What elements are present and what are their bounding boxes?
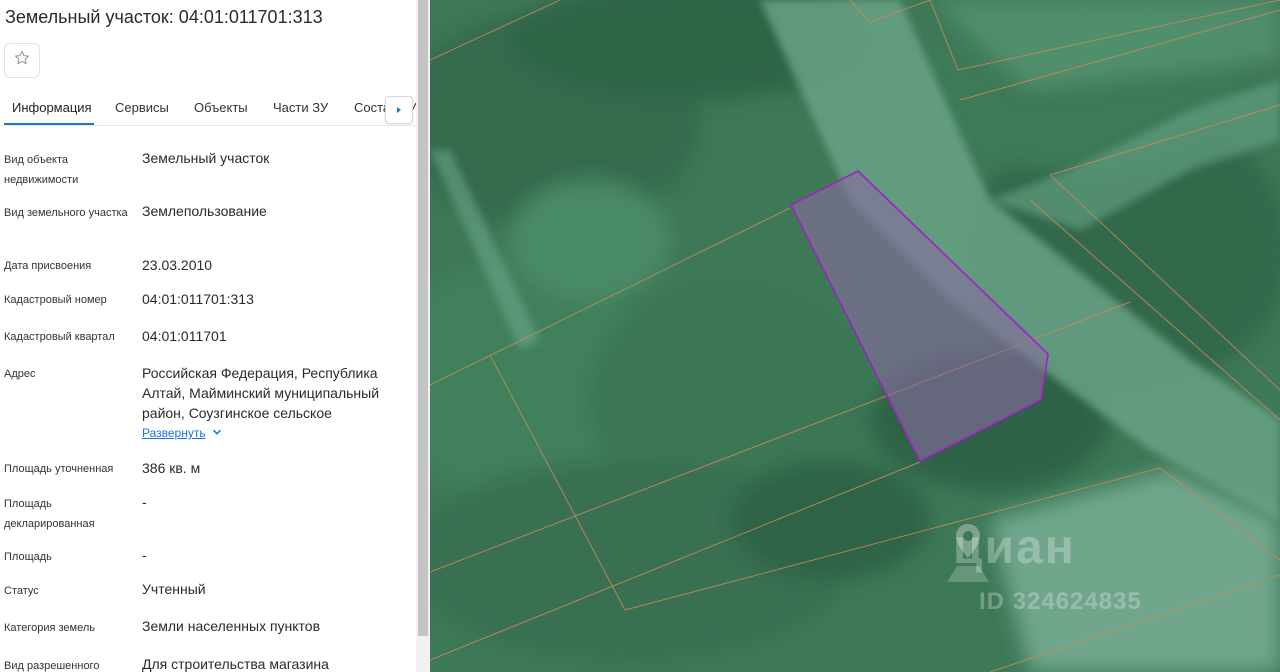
field-value: Российская Федерация, Республика Алтай, … (142, 365, 380, 421)
tab-parts[interactable]: Части ЗУ (273, 100, 328, 115)
tabs-scroll-right-button[interactable] (385, 96, 413, 124)
field-label: Вид земельного участка (4, 207, 128, 219)
field-value: 386 кв. м (142, 460, 201, 476)
satellite-map[interactable]: циан ID 324624835 (430, 0, 1280, 672)
watermark-brand: циан (945, 520, 1076, 582)
chevron-down-icon (212, 426, 222, 440)
field-label: Кадастровый номер (4, 294, 107, 306)
field-label: Площадь (4, 551, 52, 563)
field-label: Вид разрешенного использования (4, 660, 100, 672)
field-label: Адрес (4, 368, 36, 380)
field-value: Земельный участок (142, 150, 270, 166)
expand-label: Развернуть (142, 426, 206, 440)
info-panel: Земельный участок: 04:01:011701:313 Инфо… (0, 0, 416, 672)
active-tab-indicator (4, 123, 94, 125)
tab-objects[interactable]: Объекты (194, 100, 248, 115)
panel-scrollbar-thumb[interactable] (418, 0, 428, 636)
app-window: Земельный участок: 04:01:011701:313 Инфо… (0, 0, 1280, 672)
field-value: Учтенный (142, 581, 206, 597)
tab-services[interactable]: Сервисы (115, 100, 169, 115)
field-value: - (142, 494, 147, 510)
field-value: Земли населенных пунктов (142, 618, 321, 634)
field-value: Землепользование (142, 203, 267, 219)
tab-info[interactable]: Информация (12, 100, 92, 115)
field-value: 23.03.2010 (142, 257, 213, 273)
field-label: Категория земель (4, 622, 95, 634)
field-value: 04:01:011701 (142, 328, 227, 344)
watermark-listing-id: ID 324624835 (979, 588, 1142, 615)
map-canvas (430, 0, 1280, 672)
page-title: Земельный участок: 04:01:011701:313 (5, 7, 323, 27)
expand-address-link[interactable]: Развернуть (142, 426, 222, 440)
field-label: Дата присвоения (4, 260, 92, 272)
field-label: Площадь декларированная (4, 498, 95, 530)
field-value: Для строительства магазина (142, 656, 329, 672)
tab-bar: Информация Сервисы Объекты Части ЗУ Сост… (0, 88, 416, 126)
field-label: Площадь уточненная (4, 463, 114, 475)
field-label: Вид объекта недвижимости (4, 154, 79, 186)
star-outline-icon (13, 49, 31, 72)
field-label: Статус (4, 585, 39, 597)
chevron-right-icon (395, 101, 403, 119)
field-value: 04:01:011701:313 (142, 291, 254, 307)
field-label: Кадастровый квартал (4, 331, 115, 343)
field-value: - (142, 547, 147, 563)
favorite-button[interactable] (4, 43, 40, 78)
